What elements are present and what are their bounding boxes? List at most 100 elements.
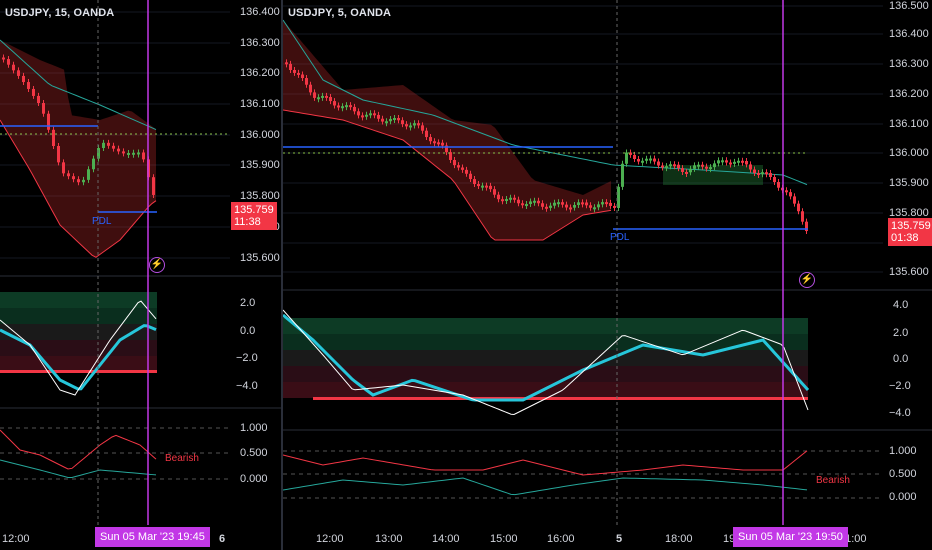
right-candle [401, 120, 404, 125]
right-pdl-label: PDL [610, 232, 630, 243]
right-candle [517, 199, 520, 204]
right-candle [625, 152, 628, 164]
right-candle [349, 105, 352, 108]
right-candle [485, 185, 488, 188]
right-candle [693, 165, 696, 169]
right-candle [641, 160, 644, 163]
right-candle [757, 172, 760, 175]
right-candle [289, 63, 292, 70]
right-candle [481, 185, 484, 188]
right-price-tick: 136.000 [889, 147, 929, 159]
lightning-icon[interactable]: ⚡ [799, 272, 815, 288]
left-sent-line2 [0, 459, 157, 478]
right-candle [353, 106, 356, 112]
right-candle [497, 194, 500, 200]
right-candle [513, 197, 516, 200]
right-candle [597, 204, 600, 208]
right-candle [665, 166, 668, 169]
right-time-label: 18:00 [665, 533, 693, 545]
right-candle [409, 125, 412, 128]
right-candle [461, 167, 464, 170]
right-osc-tick: 4.0 [893, 299, 909, 311]
right-candle [421, 125, 424, 131]
left-price-tick: 136.000 [240, 129, 280, 141]
right-candle [749, 164, 752, 170]
right-candle [741, 160, 744, 163]
right-countdown: 01:38 [891, 232, 919, 244]
lightning-icon[interactable]: ⚡ [149, 257, 165, 273]
right-candle [413, 123, 416, 126]
right-candle [737, 160, 740, 163]
right-chart-pane[interactable]: USDJPY, 5, OANDA 136.500 136.400 136.300… [283, 0, 932, 550]
left-osc-tick: −2.0 [236, 352, 258, 364]
left-osc-band [0, 356, 157, 372]
right-candle [525, 204, 528, 207]
left-candle [32, 88, 35, 96]
right-candle [669, 164, 672, 167]
right-candle [385, 121, 388, 124]
right-candle [661, 165, 664, 168]
right-candle [785, 190, 788, 193]
left-candle [67, 173, 70, 177]
right-candle [373, 113, 376, 116]
right-candle [713, 163, 716, 168]
right-sent-tick: 0.000 [889, 491, 917, 503]
right-candle [565, 204, 568, 208]
right-candle [793, 196, 796, 204]
left-candle [127, 152, 130, 155]
right-candle [637, 159, 640, 162]
right-chart-canvas[interactable] [283, 0, 932, 550]
right-osc-tick: −4.0 [889, 407, 911, 419]
right-candle [301, 74, 304, 79]
right-candle [561, 202, 564, 205]
left-candle [22, 75, 25, 83]
right-candle [305, 78, 308, 85]
right-candle [361, 115, 364, 118]
right-candle [717, 160, 720, 164]
right-candle [593, 207, 596, 210]
left-price-tick: 136.400 [240, 6, 280, 18]
left-candle [92, 158, 95, 170]
right-candle [453, 159, 456, 166]
right-candle [377, 114, 380, 119]
left-price-tick: 136.200 [240, 67, 280, 79]
right-candle [721, 160, 724, 163]
left-countdown: 11:38 [234, 216, 261, 228]
right-candle [589, 205, 592, 208]
right-candle [469, 173, 472, 180]
right-candle [765, 172, 768, 175]
right-osc-band [283, 350, 808, 366]
right-time-label: 5 [616, 533, 623, 545]
right-candle [685, 171, 688, 174]
right-candle [477, 184, 480, 187]
right-candle [381, 118, 384, 122]
left-price-tick: 135.600 [240, 252, 280, 264]
right-candle [521, 203, 524, 206]
right-osc-band [283, 366, 808, 382]
right-price-tick: 135.600 [889, 266, 929, 278]
right-candle [573, 205, 576, 208]
right-candle [505, 199, 508, 202]
right-candle [533, 200, 536, 203]
left-sent-tick: 0.000 [240, 473, 268, 485]
right-candle [529, 201, 532, 205]
right-osc-tick: −2.0 [889, 380, 911, 392]
right-candle [425, 130, 428, 138]
right-sentiment-label: Bearish [816, 475, 850, 486]
right-candle [329, 97, 332, 102]
left-chart-pane[interactable]: USDJPY, 15, OANDA 136.400 136.300 136.20… [0, 0, 281, 550]
left-osc-tick: 2.0 [240, 297, 256, 309]
right-price-tick: 136.300 [889, 58, 929, 70]
right-candle [657, 161, 660, 166]
right-osc-band [283, 318, 808, 334]
right-candle [429, 137, 432, 142]
left-chart-canvas[interactable] [0, 0, 281, 550]
left-candle [57, 146, 60, 163]
left-time-label: 6 [219, 533, 226, 545]
right-candle [609, 202, 612, 206]
left-price-tick: 136.100 [240, 98, 280, 110]
left-osc-tick: −4.0 [236, 380, 258, 392]
right-candle [689, 168, 692, 173]
right-last-price-tag: 135.759 01:38 [888, 218, 932, 246]
left-last-price: 135.759 [234, 204, 274, 216]
